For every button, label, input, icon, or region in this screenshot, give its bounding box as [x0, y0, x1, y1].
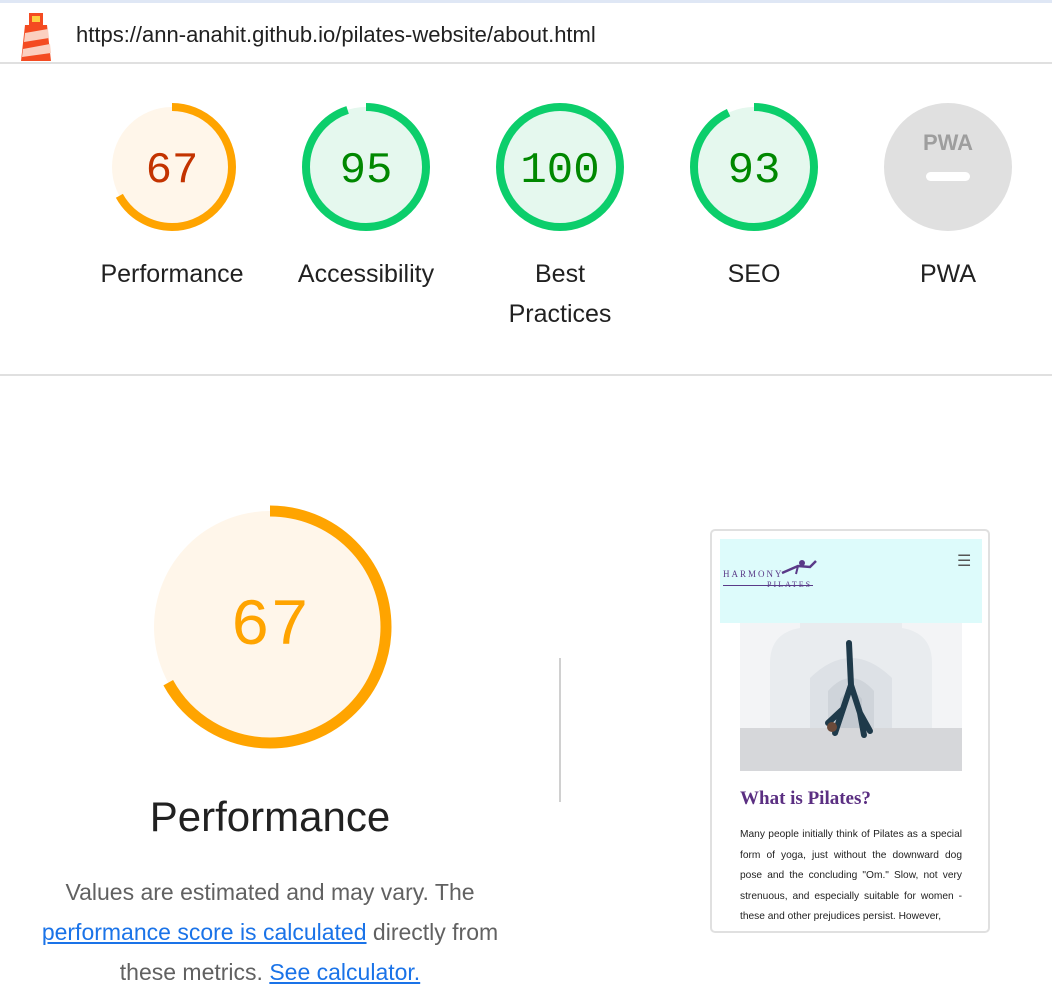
- gauge-label: SEO: [727, 260, 781, 288]
- section-divider: [0, 374, 1052, 376]
- performance-gauge-ring: 67: [108, 103, 236, 231]
- best-practices-score: 100: [520, 146, 599, 196]
- pilates-photo: [740, 623, 962, 771]
- screenshot-paragraph: Many people initially think of Pilates a…: [740, 829, 962, 922]
- screenshot-site-header: HARMONY PILATES ☰: [720, 539, 982, 623]
- accessibility-gauge-ring: 95: [302, 103, 430, 231]
- hamburger-menu-icon: ☰: [957, 553, 972, 570]
- gauge-label: Accessibility: [297, 260, 435, 288]
- score-gauges: 67 Performance 95 Accessibility 100 Best…: [0, 64, 1052, 374]
- seo-score: 93: [728, 146, 781, 196]
- page-screenshot-thumbnail[interactable]: HARMONY PILATES ☰ What is Pilates? Many …: [710, 529, 990, 933]
- accessibility-score: 95: [340, 146, 393, 196]
- gauge-label: Best Practices: [465, 254, 655, 334]
- pilates-figure-logo-icon: [781, 560, 817, 575]
- performance-large-score: 67: [230, 589, 309, 664]
- brand-name-line-2: PILATES: [767, 580, 813, 589]
- gauge-best-practices[interactable]: 100 Best Practices: [465, 102, 655, 334]
- top-bar: https://ann-anahit.github.io/pilates-web…: [0, 0, 1052, 64]
- performance-score: 67: [146, 146, 199, 196]
- performance-title: Performance: [149, 793, 391, 840]
- pwa-badge-icon: PWA: [884, 103, 1012, 231]
- gauge-label: PWA: [919, 260, 977, 288]
- lighthouse-icon: [21, 13, 51, 61]
- label-line-1: Best: [534, 260, 586, 288]
- page-url[interactable]: https://ann-anahit.github.io/pilates-web…: [76, 22, 596, 48]
- gauge-label: Performance: [100, 260, 244, 288]
- gauge-seo[interactable]: 93 SEO: [659, 102, 849, 294]
- screenshot-heading: What is Pilates?: [740, 788, 871, 809]
- vertical-separator: [559, 658, 561, 802]
- best-practices-gauge-ring: 100: [496, 103, 624, 231]
- seo-gauge-ring: 93: [690, 103, 818, 231]
- gauge-accessibility[interactable]: 95 Accessibility: [271, 102, 461, 294]
- desc-text-1: Values are estimated and may vary. The: [65, 879, 475, 905]
- performance-description: Values are estimated and may vary. The p…: [20, 872, 520, 992]
- pwa-badge-text: PWA: [923, 130, 973, 155]
- label-line-2: Practices: [508, 300, 612, 328]
- gauge-pwa[interactable]: PWA PWA: [853, 102, 1043, 294]
- gauge-performance[interactable]: 67 Performance: [77, 102, 267, 294]
- see-calculator-link[interactable]: See calculator.: [269, 959, 420, 985]
- performance-score-link[interactable]: performance score is calculated: [42, 919, 367, 945]
- performance-large-gauge: 67: [148, 505, 392, 749]
- brand-name-line-1: HARMONY: [723, 569, 784, 579]
